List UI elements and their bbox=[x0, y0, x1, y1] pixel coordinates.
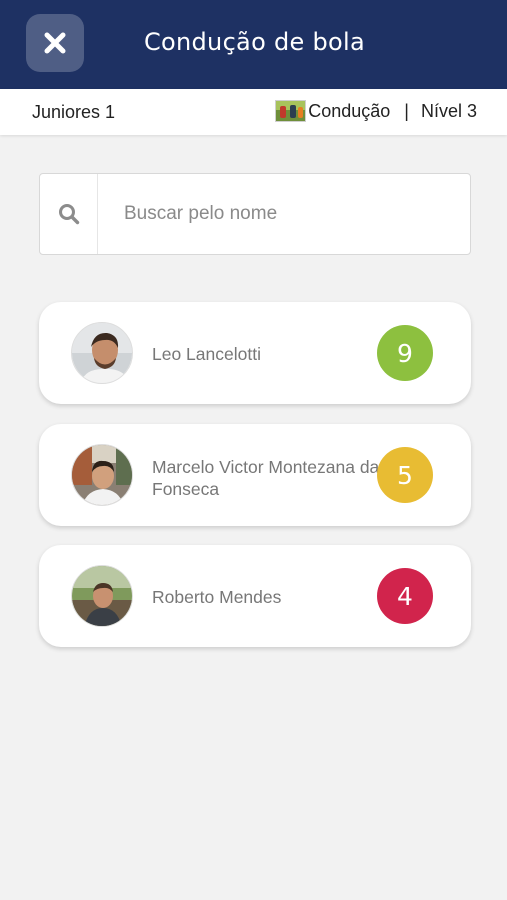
score-badge: 9 bbox=[377, 325, 433, 381]
player-name: Roberto Mendes bbox=[152, 587, 282, 607]
avatar bbox=[71, 444, 133, 506]
score-badge: 4 bbox=[377, 568, 433, 624]
app-header: Condução de bola bbox=[0, 0, 507, 89]
player-name: Leo Lancelotti bbox=[152, 344, 261, 364]
search-box bbox=[39, 173, 471, 255]
avatar bbox=[71, 322, 133, 384]
player-name-line: Fonseca bbox=[152, 479, 220, 499]
player-name: Marcelo Victor Montezana da Fonseca bbox=[152, 456, 379, 500]
level-label: Nível 3 bbox=[420, 100, 477, 121]
search-icon bbox=[40, 174, 98, 254]
search-input[interactable] bbox=[98, 174, 458, 254]
info-bar: Juniores 1 Condução | Nível 3 bbox=[0, 89, 507, 135]
exercise-thumbnail bbox=[275, 100, 307, 122]
player-card[interactable]: Marcelo Victor Montezana da Fonseca 5 bbox=[39, 424, 471, 526]
player-card[interactable]: Leo Lancelotti 9 bbox=[39, 302, 471, 404]
team-name: Juniores 1 bbox=[32, 102, 116, 122]
player-card[interactable]: Roberto Mendes 4 bbox=[39, 545, 471, 647]
separator: | bbox=[404, 100, 409, 121]
avatar bbox=[71, 565, 133, 627]
exercise-info: Condução | Nível 3 bbox=[275, 100, 477, 122]
score-badge: 5 bbox=[377, 447, 433, 503]
exercise-name: Condução bbox=[308, 100, 391, 121]
player-name-line: Marcelo Victor Montezana da bbox=[152, 457, 380, 477]
page-title: Condução de bola bbox=[143, 28, 366, 56]
